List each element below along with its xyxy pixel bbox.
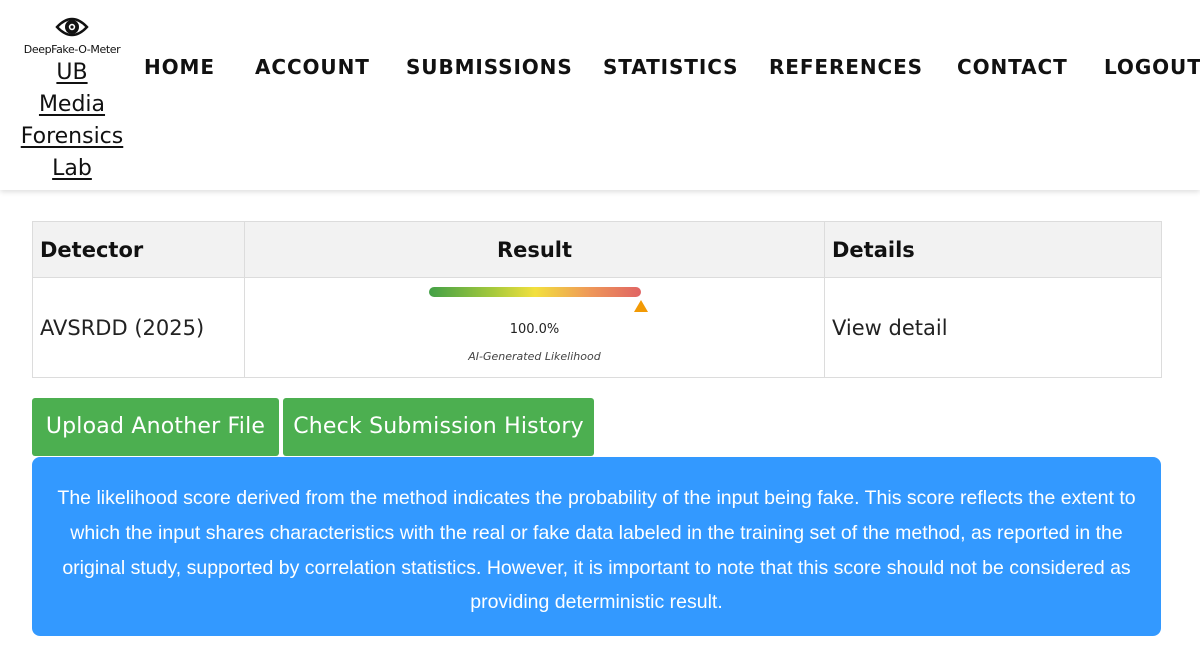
detector-header: Detector: [32, 221, 245, 278]
score-value: 100.0%: [509, 322, 560, 337]
eye-icon: [55, 17, 89, 37]
result-cell: 100.0% AI-Generated Likelihood: [244, 277, 825, 378]
upload-another-file-button[interactable]: Upload Another File: [32, 398, 279, 456]
info-box: The likelihood score derived from the me…: [32, 457, 1161, 636]
lab-link-line[interactable]: Lab: [18, 154, 126, 184]
result-header: Result: [244, 221, 825, 278]
nav-submissions[interactable]: SUBMISSIONS: [406, 53, 573, 81]
table-row: AVSRDD (2025) 100.0% AI-Generated Likeli…: [32, 277, 1162, 378]
nav-statistics[interactable]: STATISTICS: [603, 53, 738, 81]
detector-name: AVSRDD (2025): [32, 277, 245, 378]
nav-account[interactable]: ACCOUNT: [255, 53, 370, 81]
results-table: Detector Result Details AVSRDD (2025) 10…: [32, 221, 1162, 378]
nav-logout[interactable]: LOGOUT: [1104, 53, 1200, 81]
view-detail-link[interactable]: View detail: [824, 277, 1162, 378]
likelihood-gauge: [429, 287, 648, 312]
details-header: Details: [824, 221, 1162, 278]
nav-contact[interactable]: CONTACT: [957, 53, 1068, 81]
nav-home[interactable]: HOME: [144, 53, 215, 81]
check-submission-history-button[interactable]: Check Submission History: [283, 398, 594, 456]
gauge-marker: [634, 300, 648, 312]
lab-link-line[interactable]: Forensics: [18, 122, 126, 152]
nav-references[interactable]: REFERENCES: [769, 53, 923, 81]
info-text: The likelihood score derived from the me…: [57, 487, 1136, 614]
brand: DeepFake-O-Meter UB Media Forensics Lab: [18, 13, 126, 184]
main-nav: HOME ACCOUNT SUBMISSIONS STATISTICS REFE…: [0, 53, 1200, 81]
site-header: DeepFake-O-Meter UB Media Forensics Lab …: [0, 0, 1200, 190]
score-caption: AI-Generated Likelihood: [468, 350, 601, 363]
table-header-row: Detector Result Details: [32, 221, 1162, 278]
lab-link-line[interactable]: Media: [18, 90, 126, 120]
gauge-bar: [429, 287, 641, 297]
